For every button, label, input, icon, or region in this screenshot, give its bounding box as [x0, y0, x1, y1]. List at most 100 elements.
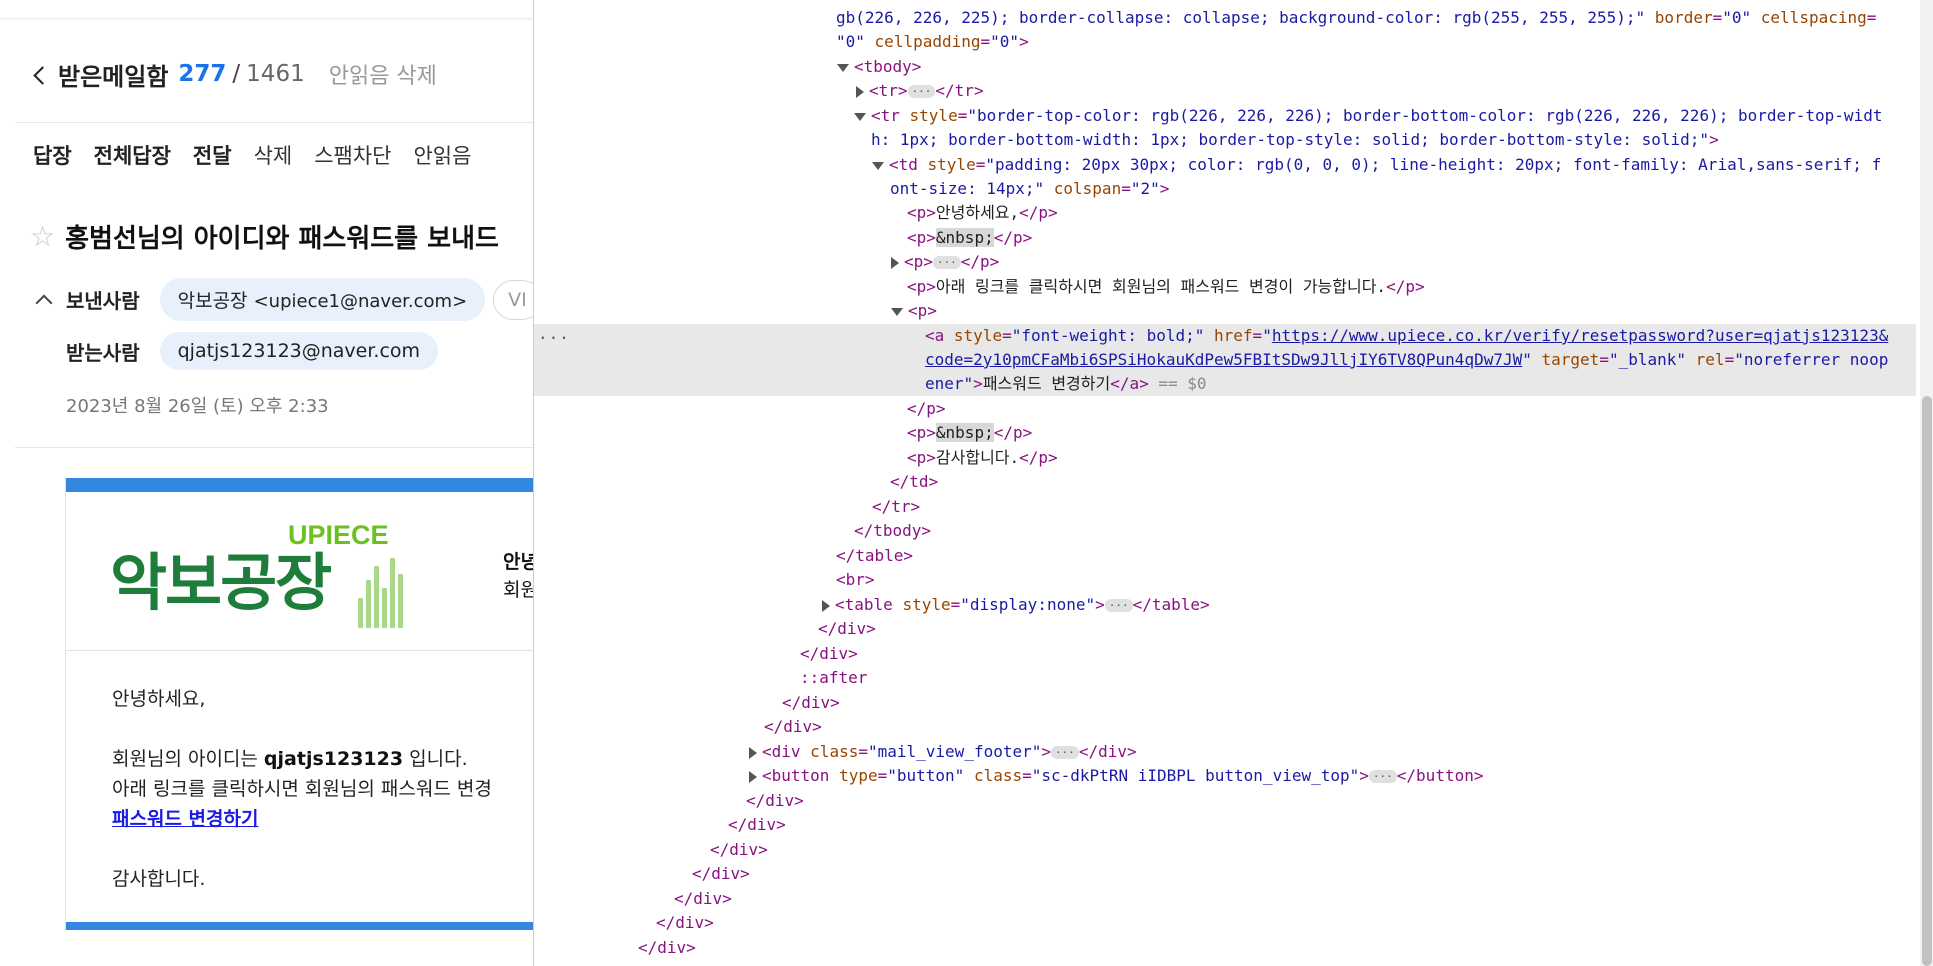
- subject-row: ☆ 홍범선님의 아이디와 패스워드를 보내드: [30, 218, 499, 255]
- sender-name: 악보공장: [177, 290, 248, 312]
- folder-title[interactable]: 받은메일함: [58, 57, 168, 92]
- mail-view-pane: 받은메일함 277 / 1461 안읽음 삭제 답장 전체답장 전달 삭제 스팸…: [0, 0, 533, 966]
- recipient-row: 받는사람 qjatjs123123@naver.com: [66, 332, 439, 370]
- delete-button[interactable]: 삭제: [254, 140, 293, 170]
- dom-line[interactable]: </div>: [656, 911, 714, 935]
- dom-line[interactable]: <p>안녕하세요,</p>: [907, 201, 1058, 225]
- dom-line[interactable]: <td style="padding: 20px 30px; color: rg…: [872, 153, 1881, 177]
- logo-bars-graphic: [356, 552, 406, 628]
- devtools-scrollbar[interactable]: [1920, 0, 1933, 966]
- reply-all-button[interactable]: 전체답장: [94, 140, 171, 170]
- dom-line[interactable]: </table>: [836, 544, 913, 568]
- divider: [15, 122, 533, 123]
- ellipsis-icon[interactable]: ···: [1368, 770, 1397, 783]
- dom-line[interactable]: gb(226, 226, 225); border-collapse: coll…: [836, 6, 1876, 30]
- dom-line[interactable]: <tr style="border-top-color: rgb(226, 22…: [854, 104, 1882, 128]
- dom-line[interactable]: </td>: [890, 470, 938, 494]
- delete-unread-button[interactable]: 안읽음 삭제: [329, 58, 437, 90]
- ellipsis-icon[interactable]: ···: [1051, 746, 1079, 759]
- sender-label: 보낸사람: [66, 289, 140, 313]
- dom-line[interactable]: <p>&nbsp;</p>: [907, 421, 1032, 445]
- mail-toolbar: 답장 전체답장 전달 삭제 스팸차단 안읽음: [33, 140, 493, 170]
- sender-chip[interactable]: 악보공장 <upiece1@naver.com>: [159, 278, 486, 321]
- forward-button[interactable]: 전달: [193, 140, 232, 170]
- mail-body-card: UPIECE 악보공장 안녕 회원 안녕하세요, 회원님의 아이디는 qjatj…: [65, 478, 533, 930]
- body-thanks: 감사합니다.: [112, 868, 206, 890]
- body-hello: 안녕하세요,: [112, 688, 206, 710]
- dom-line[interactable]: <p> ··· </p>: [891, 250, 999, 274]
- dom-line[interactable]: h: 1px; border-bottom-width: 1px; border…: [871, 128, 1719, 152]
- dom-line[interactable]: </div>: [710, 838, 768, 862]
- body-id-line: 회원님의 아이디는 qjatjs123123 입니다.: [112, 748, 468, 770]
- collapse-triangle-icon[interactable]: [822, 599, 830, 612]
- vip-button[interactable]: VI: [493, 279, 533, 320]
- sender-row: 보낸사람 악보공장 <upiece1@naver.com> VI: [34, 278, 533, 321]
- mail-subject: 홍범선님의 아이디와 패스워드를 보내드: [65, 224, 499, 254]
- total-count: 1461: [246, 61, 305, 87]
- dom-line-selected[interactable]: ener">패스워드 변경하기</a> == $0: [925, 372, 1207, 396]
- ellipsis-icon[interactable]: ···: [932, 256, 961, 269]
- expand-triangle-icon[interactable]: [854, 112, 866, 121]
- collapse-triangle-icon[interactable]: [856, 85, 864, 98]
- sender-email: <upiece1@naver.com>: [253, 291, 468, 312]
- user-id: qjatjs123123: [263, 748, 404, 770]
- collapse-triangle-icon[interactable]: [749, 770, 757, 783]
- spam-block-button[interactable]: 스팸차단: [314, 140, 391, 170]
- expand-triangle-icon[interactable]: [872, 161, 884, 170]
- reset-password-link[interactable]: 패스워드 변경하기: [112, 808, 258, 830]
- back-arrow-icon[interactable]: [30, 60, 52, 88]
- dom-line[interactable]: </div>: [674, 887, 732, 911]
- upiece-logo: UPIECE 악보공장: [110, 518, 410, 628]
- dom-line[interactable]: </div>: [800, 642, 858, 666]
- dom-line[interactable]: <tr> ··· </tr>: [856, 79, 984, 103]
- dom-line[interactable]: </tbody>: [854, 519, 931, 543]
- dom-line[interactable]: <button type="button" class="sc-dkPtRN i…: [749, 764, 1483, 788]
- card-top-bar: [66, 478, 533, 492]
- dom-line[interactable]: ont-size: 14px;" colspan="2">: [890, 177, 1169, 201]
- dom-line[interactable]: ::after: [800, 666, 867, 690]
- dom-line[interactable]: <p>&nbsp;</p>: [907, 226, 1032, 250]
- dom-line-selected[interactable]: code=2y10pmCFaMbi6SPSiHokauKdPew5FBItSDw…: [925, 348, 1888, 372]
- dom-line[interactable]: </div>: [746, 789, 804, 813]
- dom-line[interactable]: </div>: [764, 715, 822, 739]
- ellipsis-icon[interactable]: ···: [907, 85, 936, 98]
- mail-body-text: 안녕하세요, 회원님의 아이디는 qjatjs123123 입니다. 아래 링크…: [112, 684, 492, 894]
- expand-triangle-icon[interactable]: [837, 63, 849, 72]
- expand-triangle-icon[interactable]: [891, 307, 903, 316]
- dom-line[interactable]: </div>: [782, 691, 840, 715]
- dom-line[interactable]: <p>감사합니다.</p>: [907, 446, 1058, 470]
- card-bottom-bar: [66, 922, 533, 930]
- collapse-triangle-icon[interactable]: [749, 746, 757, 759]
- mail-top-bar: [0, 0, 533, 19]
- greeting-side-text: 안녕 회원: [503, 548, 533, 604]
- unread-count[interactable]: 277: [178, 61, 226, 87]
- dom-line[interactable]: </div>: [638, 936, 696, 960]
- dom-line[interactable]: <table style="display:none"> ··· </table>: [822, 593, 1210, 617]
- dom-line[interactable]: <br>: [836, 568, 875, 592]
- body-link-line: 아래 링크를 클릭하시면 회원님의 패스워드 변경: [112, 778, 492, 800]
- dom-line[interactable]: <p>: [891, 299, 937, 323]
- collapse-triangle-icon[interactable]: [891, 256, 899, 269]
- dom-line[interactable]: <tbody>: [837, 55, 921, 79]
- ellipsis-icon[interactable]: ···: [1104, 599, 1133, 612]
- mark-unread-button[interactable]: 안읽음: [413, 140, 471, 170]
- star-icon[interactable]: ☆: [30, 222, 55, 251]
- dom-line[interactable]: </tr>: [872, 495, 920, 519]
- reply-button[interactable]: 답장: [33, 140, 72, 170]
- node-actions-dots[interactable]: ...: [538, 324, 570, 343]
- scrollbar-thumb[interactable]: [1922, 396, 1932, 966]
- mail-date: 2023년 8월 26일 (토) 오후 2:33: [66, 396, 329, 417]
- recipient-chip[interactable]: qjatjs123123@naver.com: [159, 332, 439, 370]
- greeting-side-line1: 안녕: [503, 551, 533, 573]
- dom-line[interactable]: <p>아래 링크를 클릭하시면 회원님의 패스워드 변경이 가능합니다.</p>: [907, 275, 1425, 299]
- dom-line[interactable]: <div class="mail_view_footer"> ··· </div>: [749, 740, 1137, 764]
- dom-line[interactable]: </div>: [692, 862, 750, 886]
- logo-main-text: 악보공장: [110, 546, 332, 619]
- dom-line[interactable]: </div>: [728, 813, 786, 837]
- dom-line[interactable]: "0" cellpadding="0">: [836, 30, 1029, 54]
- chevron-up-icon[interactable]: [34, 290, 54, 310]
- dom-line[interactable]: </div>: [818, 617, 876, 641]
- dom-line-selected[interactable]: <a style="font-weight: bold;" href="http…: [925, 324, 1888, 348]
- dom-line[interactable]: </p>: [907, 397, 946, 421]
- folder-header: 받은메일함 277 / 1461 안읽음 삭제: [30, 54, 437, 94]
